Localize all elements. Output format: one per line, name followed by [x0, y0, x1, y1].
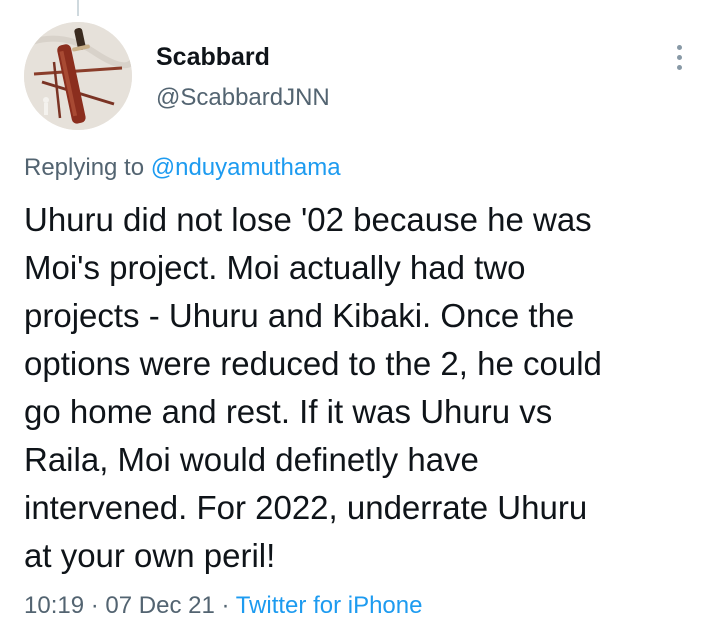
tweet-text-line: go home and rest. If it was Uhuru vs — [24, 393, 553, 430]
replying-mention-link[interactable]: @nduyamuthama — [151, 154, 341, 181]
tweet-text-line: Raila, Moi would definetly have — [24, 441, 479, 478]
tweet-text-line: Moi's project. Moi actually had two — [24, 249, 526, 286]
tweet-text: Uhuru did not lose '02 because he was Mo… — [24, 196, 694, 580]
tweet-text-line: options were reduced to the 2, he could — [24, 345, 602, 382]
tweet-text-line: intervened. For 2022, underrate Uhuru — [24, 489, 588, 526]
tweet-text-line: Uhuru did not lose '02 because he was — [24, 201, 592, 238]
author-name[interactable]: Scabbard — [156, 43, 270, 72]
tweet-date[interactable]: 07 Dec 21 — [105, 592, 214, 619]
avatar-image — [24, 22, 132, 130]
replying-to: Replying to @nduyamuthama — [24, 154, 341, 182]
more-options-button[interactable] — [664, 40, 694, 74]
tweet-source-link[interactable]: Twitter for iPhone — [236, 592, 423, 619]
tweet-metadata: 10:19 · 07 Dec 21 · Twitter for iPhone — [24, 592, 422, 620]
tweet-time[interactable]: 10:19 — [24, 592, 84, 619]
more-vertical-icon-dot — [676, 64, 682, 70]
thread-connector-line — [77, 0, 79, 16]
avatar[interactable] — [24, 22, 132, 130]
meta-separator: · — [221, 592, 230, 619]
more-vertical-icon-dot — [676, 54, 682, 60]
author-handle[interactable]: @ScabbardJNN — [156, 84, 330, 112]
more-vertical-icon — [676, 44, 682, 50]
meta-separator: · — [90, 592, 99, 619]
tweet-text-line: at your own peril! — [24, 537, 276, 574]
tweet-text-line: projects - Uhuru and Kibaki. Once the — [24, 297, 575, 334]
replying-prefix: Replying to — [24, 154, 145, 181]
